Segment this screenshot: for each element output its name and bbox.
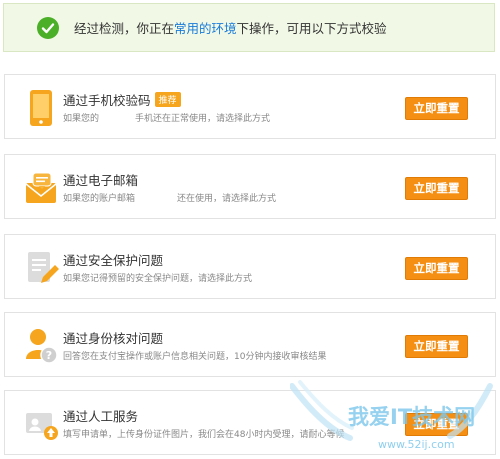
option-title: 通过电子邮箱: [63, 173, 139, 188]
option-desc-left: 如果您的: [63, 114, 100, 124]
recommended-badge: 推荐: [154, 92, 181, 107]
reset-now-button[interactable]: 立即重置: [405, 413, 468, 436]
option-desc-right: 还在使用，请选择此方式: [177, 194, 277, 204]
option-title: 通过人工服务: [63, 409, 139, 424]
option-desc-right: 手机还在正常使用，请选择此方式: [135, 114, 271, 124]
verification-banner: 经过检测，你正在常用的环境下操作，可用以下方式校验: [3, 3, 495, 52]
option-desc-left: 如果您的账户邮箱: [63, 194, 136, 204]
check-icon: [37, 16, 59, 39]
option-card-security-question: 通过安全保护问题 如果您记得预留的安全保护问题，请选择此方式 立即重置: [4, 234, 496, 299]
reset-now-button[interactable]: 立即重置: [405, 257, 468, 280]
option-description: 如果您的账户邮箱 还在使用，请选择此方式: [63, 191, 276, 204]
option-card-manual-service: 通过人工服务 填写申请单，上传身份证件图片，我们会在48小时内受理，请耐心等候 …: [4, 390, 496, 455]
option-description: 如果您记得预留的安全保护问题，请选择此方式: [63, 274, 253, 284]
option-title-text: 通过手机校验码: [63, 93, 151, 108]
option-description: 如果您的 手机还在正常使用，请选择此方式: [63, 111, 270, 124]
common-environment-link[interactable]: 常用的环境: [174, 21, 237, 36]
option-card-identity-question: ? 通过身份核对问题 回答您在支付宝操作或账户信息相关问题，10分钟内接收审核结…: [4, 312, 496, 377]
option-card-email: 通过电子邮箱 如果您的账户邮箱 还在使用，请选择此方式 立即重置: [4, 154, 496, 219]
option-title: 通过身份核对问题: [63, 331, 164, 346]
option-description: 回答您在支付宝操作或账户信息相关问题，10分钟内接收审核结果: [63, 352, 327, 362]
reset-now-button[interactable]: 立即重置: [405, 177, 468, 200]
option-title: 通过安全保护问题: [63, 253, 164, 268]
option-title: 通过手机校验码 推荐: [63, 90, 181, 109]
mail-icon: [25, 169, 57, 207]
upload-id-icon: [25, 405, 58, 443]
option-description: 填写申请单，上传身份证件图片，我们会在48小时内受理，请耐心等候: [63, 430, 345, 440]
user-question-icon: ?: [25, 327, 58, 365]
reset-now-button[interactable]: 立即重置: [405, 335, 468, 358]
phone-icon: [25, 89, 57, 127]
banner-text-before: 经过检测，你正在: [74, 21, 175, 36]
banner-message: 经过检测，你正在常用的环境下操作，可用以下方式校验: [74, 18, 387, 37]
edit-document-icon: [25, 249, 59, 287]
option-card-phone: 通过手机校验码 推荐 如果您的 手机还在正常使用，请选择此方式 立即重置: [4, 74, 496, 139]
banner-text-after: 下操作，可用以下方式校验: [236, 21, 387, 36]
reset-now-button[interactable]: 立即重置: [405, 97, 468, 120]
svg-text:?: ?: [46, 349, 52, 362]
